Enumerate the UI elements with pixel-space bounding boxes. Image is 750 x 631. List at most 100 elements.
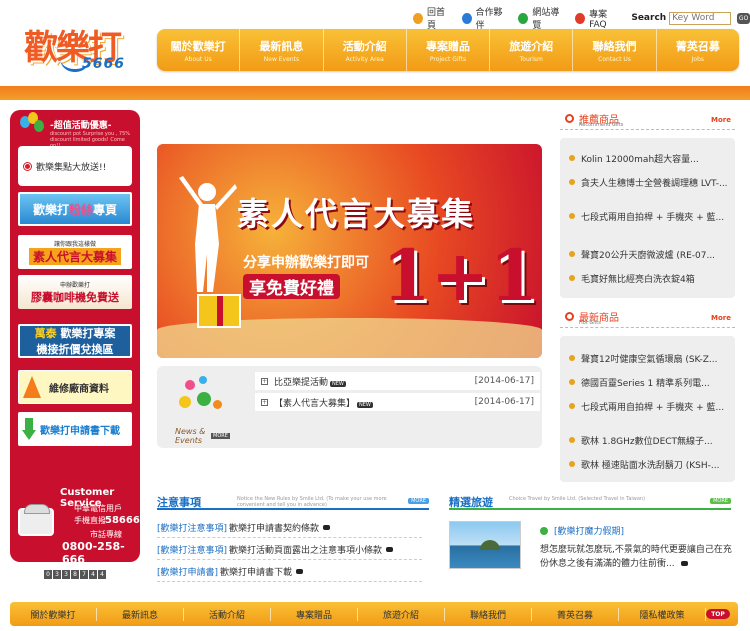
list-item[interactable]: 歌林 極速貼面水洗刮鬍刀 (KSH-... — [566, 458, 731, 471]
nav-activity-en: Activity Area — [345, 55, 384, 63]
nav-about-en: About Us — [184, 55, 212, 63]
news-item[interactable]: + 【素人代言大募集】 NEW [2014-06-17] — [255, 393, 540, 411]
news-item[interactable]: + 比亞樂提活動 NEW [2014-06-17] — [255, 372, 540, 390]
news-more-button[interactable]: MORE — [211, 433, 230, 439]
new-badge: NEW — [357, 401, 373, 408]
header-band — [0, 86, 750, 100]
nav-news-label: 最新訊息 — [259, 39, 304, 53]
latest-more-link[interactable]: More — [711, 314, 731, 322]
fanpage-banner[interactable]: 歡樂打 粉絲 專頁 — [18, 192, 132, 226]
footer-link[interactable]: 聯絡我們 — [445, 607, 532, 621]
promo-points-link[interactable]: 歡樂集點大放送!! — [18, 146, 132, 186]
notice-en: Notice the New Rules by Smile Ltd. (To m… — [237, 496, 387, 508]
list-item[interactable]: 歌林 1.8GHz數位DECT無線子... — [566, 434, 731, 447]
cs-line4: 市話專線 — [90, 530, 122, 539]
footer-link[interactable]: 專案贈品 — [271, 607, 358, 621]
nav-news[interactable]: 最新訊息 New Events — [240, 29, 324, 71]
application-download-banner[interactable]: 歡樂打申請書下載 — [18, 412, 132, 446]
footer-link[interactable]: 活動介紹 — [184, 607, 271, 621]
search-go-button[interactable]: GO — [737, 12, 750, 24]
hero-title: 素人代言大募集 — [237, 195, 476, 233]
list-item[interactable]: 貪夫人生穗博士全營養調理穗 LVT-... — [566, 176, 731, 189]
top-links: 回首頁 合作夥伴 網站導覽 專案FAQ Search GO — [413, 8, 750, 31]
cs-line3: 58666 — [105, 515, 140, 526]
nav-jobs[interactable]: 菁英召募 Jobs — [657, 29, 739, 71]
spokesperson-banner[interactable]: 讓你跟我這樣做 素人代言大募集 — [18, 235, 132, 269]
list-item-text: 七段式兩用自拍桿 + 手機夾 + 藍... — [581, 403, 725, 413]
repair-vendors-banner[interactable]: 維修廠商資料 — [18, 370, 132, 404]
download-arrow-icon — [22, 418, 36, 440]
list-item-text: 毛寶好無比經亮白洗衣錠4箱 — [581, 275, 695, 285]
counter-digit: 4 — [98, 570, 106, 579]
notice-item[interactable]: [歡樂打申請書] 歡樂打申請書下載 — [157, 565, 304, 578]
bullet-dot-icon — [569, 437, 575, 443]
bullet-dot-icon — [569, 379, 575, 385]
fanpage-c: 專頁 — [93, 202, 118, 217]
travel-photo[interactable] — [449, 521, 521, 569]
travel-more-button[interactable]: MORE — [710, 498, 731, 504]
cs-line1: 中華電信用戶 — [74, 504, 122, 513]
plus-square-icon: + — [261, 377, 268, 385]
notice-item[interactable]: [歡樂打注意事項] 歡樂打申請書契約條款 — [157, 521, 331, 534]
notice-item[interactable]: [歡樂打注意事項] 歡樂打活動頁面露出之注意事項小條款 — [157, 543, 394, 556]
partner-icon — [461, 12, 472, 24]
sidebar-title: -超值活動優惠- — [50, 121, 112, 131]
search-input[interactable] — [669, 11, 732, 25]
promo-points-label: 歡樂集點大放送!! — [36, 162, 107, 173]
footer-link[interactable]: 最新訊息 — [97, 607, 184, 621]
footer-link[interactable]: 關於歡樂打 — [10, 607, 97, 621]
news-item-title: 比亞樂提活動 — [274, 377, 329, 388]
nav-contact[interactable]: 聯絡我們 Contact Us — [573, 29, 657, 71]
nav-gifts-en: Project Gifts — [429, 55, 467, 63]
green-circle-icon — [540, 526, 548, 535]
toplink-home[interactable]: 回首頁 — [413, 5, 452, 31]
list-item[interactable]: 七段式兩用自拍桿 + 手機夾 + 藍... — [566, 210, 731, 223]
arrow-bullet-icon — [681, 561, 689, 566]
list-item[interactable]: 七段式兩用自拍桿 + 手機夾 + 藍... — [566, 400, 731, 413]
toplink-faq[interactable]: 專案FAQ — [575, 7, 621, 30]
nav-about[interactable]: 關於歡樂打 About Us — [157, 29, 241, 71]
divider — [157, 537, 422, 538]
back-to-top-button[interactable]: TOP — [706, 609, 730, 619]
footer-link[interactable]: 菁英召募 — [532, 607, 619, 621]
counter-digit: 3 — [62, 570, 70, 579]
bullet-dot-icon — [569, 355, 575, 361]
divider — [157, 559, 422, 560]
toplink-partners[interactable]: 合作夥伴 — [461, 5, 509, 31]
nav-activity[interactable]: 活動介紹 Activity Area — [324, 29, 407, 71]
site-logo[interactable]: 歡樂打 5666 — [20, 20, 140, 76]
nav-tourism-label: 旅遊介紹 — [509, 39, 554, 53]
bullet-dot-icon — [569, 403, 575, 409]
gift-box-icon — [197, 294, 241, 328]
faq-icon — [575, 12, 586, 24]
list-item[interactable]: 德國百靈Series 1 精準系列電... — [566, 376, 731, 389]
recommend-more-link[interactable]: More — [711, 116, 731, 124]
toplink-sitemap[interactable]: 網站導覽 — [518, 5, 565, 31]
list-item[interactable]: Kolin 12000mah超大容量... — [566, 152, 731, 165]
spokesperson-small: 讓你跟我這樣做 — [53, 241, 96, 248]
list-item[interactable]: 毛寶好無比經亮白洗衣錠4箱 — [566, 272, 731, 285]
list-item[interactable]: 聲寶12吋健康空氣循環扇 (SK-Z... — [566, 352, 731, 365]
nav-news-en: New Events — [263, 55, 300, 63]
travel-title: 精選旅遊 — [449, 496, 493, 509]
arrow-bullet-icon — [386, 547, 394, 552]
promo-sidebar: -超值活動優惠- discount pot Surprise you , 75%… — [10, 110, 140, 566]
travel-item-title[interactable]: [歡樂打魔力假期] — [540, 524, 624, 537]
list-item-text: 歌林 極速貼面水洗刮鬍刀 (KSH-... — [581, 461, 720, 471]
nav-contact-label: 聯絡我們 — [592, 39, 637, 53]
new-badge: NEW — [330, 380, 346, 387]
bullet-dot-icon — [569, 275, 575, 281]
list-item[interactable]: 聲寶20公升天廚微波爐 (RE-07... — [566, 248, 731, 261]
hero-banner[interactable]: 素人代言大募集 分享申辦歡樂打即可 享免費好禮 1+1 — [157, 144, 542, 358]
wantai-banner[interactable]: 萬泰 歡樂打專案 機接折價兌換區 — [18, 324, 132, 358]
footer-link[interactable]: 隱私權政策 — [619, 607, 706, 621]
wantai-b: 歡樂打專案 — [60, 327, 116, 340]
application-download-label: 歡樂打申請書下載 — [40, 425, 120, 437]
nav-tourism[interactable]: 旅遊介紹 Tourism — [490, 29, 574, 71]
counter-digit: 0 — [44, 570, 52, 579]
nav-gifts[interactable]: 專案贈品 Project Gifts — [407, 29, 491, 71]
coffee-machine-banner[interactable]: 申辦歡樂打 膠囊咖啡機免費送 — [18, 275, 132, 309]
notice-more-button[interactable]: MORE — [408, 498, 429, 504]
logo-number: 5666 — [82, 56, 125, 72]
footer-link[interactable]: 旅遊介紹 — [358, 607, 445, 621]
